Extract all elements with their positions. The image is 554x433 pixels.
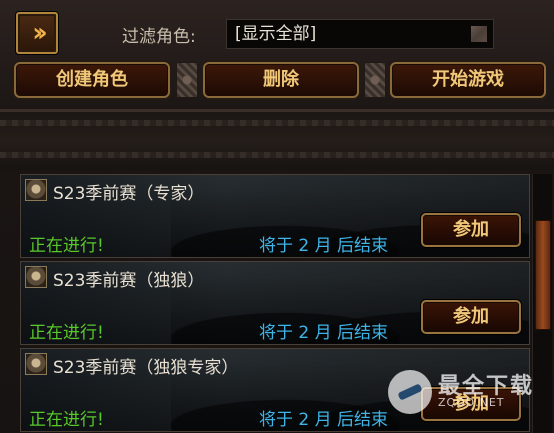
site-watermark: 最全下载 ZQDD.NET [388, 364, 554, 424]
event-status: 正在进行! [29, 236, 104, 256]
event-name: S23季前赛（独狼专家） [53, 358, 239, 378]
season-emblem-icon [25, 353, 47, 375]
join-button[interactable]: 参加 [421, 213, 521, 247]
divider-rail [0, 152, 554, 158]
start-game-button[interactable]: 开始游戏 [390, 62, 546, 98]
expand-button[interactable]: ›› [16, 12, 58, 54]
event-end-time: 将于 2 月 后结束 [259, 323, 389, 343]
event-end-time: 将于 2 月 后结束 [259, 410, 389, 430]
game-window: ›› 过滤角色: [显示全部] 创建角色 删除 开始游戏 S23季前赛（专家） … [0, 0, 554, 433]
event-name: S23季前赛（独狼） [53, 271, 205, 291]
event-name: S23季前赛（专家） [53, 184, 205, 204]
double-chevron-right-icon: ›› [32, 18, 48, 48]
event-status: 正在进行! [29, 323, 104, 343]
season-emblem-icon [25, 179, 47, 201]
event-row: S23季前赛（专家） 正在进行! 将于 2 月 后结束 参加 [20, 174, 530, 258]
watermark-url: ZQDD.NET [438, 396, 505, 409]
event-end-time: 将于 2 月 后结束 [259, 236, 389, 256]
season-emblem-icon [25, 266, 47, 288]
toolbar: ›› 过滤角色: [显示全部] 创建角色 删除 开始游戏 [0, 0, 554, 112]
ornament-icon [364, 62, 386, 98]
filter-label: 过滤角色: [122, 27, 196, 47]
dropdown-handle-icon[interactable] [471, 26, 487, 42]
watermark-logo-icon [388, 370, 432, 414]
filter-value: [显示全部] [235, 24, 317, 44]
delete-button[interactable]: 删除 [203, 62, 359, 98]
panel-divider [0, 112, 554, 170]
event-status: 正在进行! [29, 410, 104, 430]
divider-rail [0, 120, 554, 126]
character-filter-select[interactable]: [显示全部] [226, 19, 494, 49]
join-button[interactable]: 参加 [421, 300, 521, 334]
ornament-icon [176, 62, 198, 98]
create-character-button[interactable]: 创建角色 [14, 62, 170, 98]
scroll-thumb[interactable] [535, 220, 551, 330]
event-row: S23季前赛（独狼） 正在进行! 将于 2 月 后结束 参加 [20, 261, 530, 345]
